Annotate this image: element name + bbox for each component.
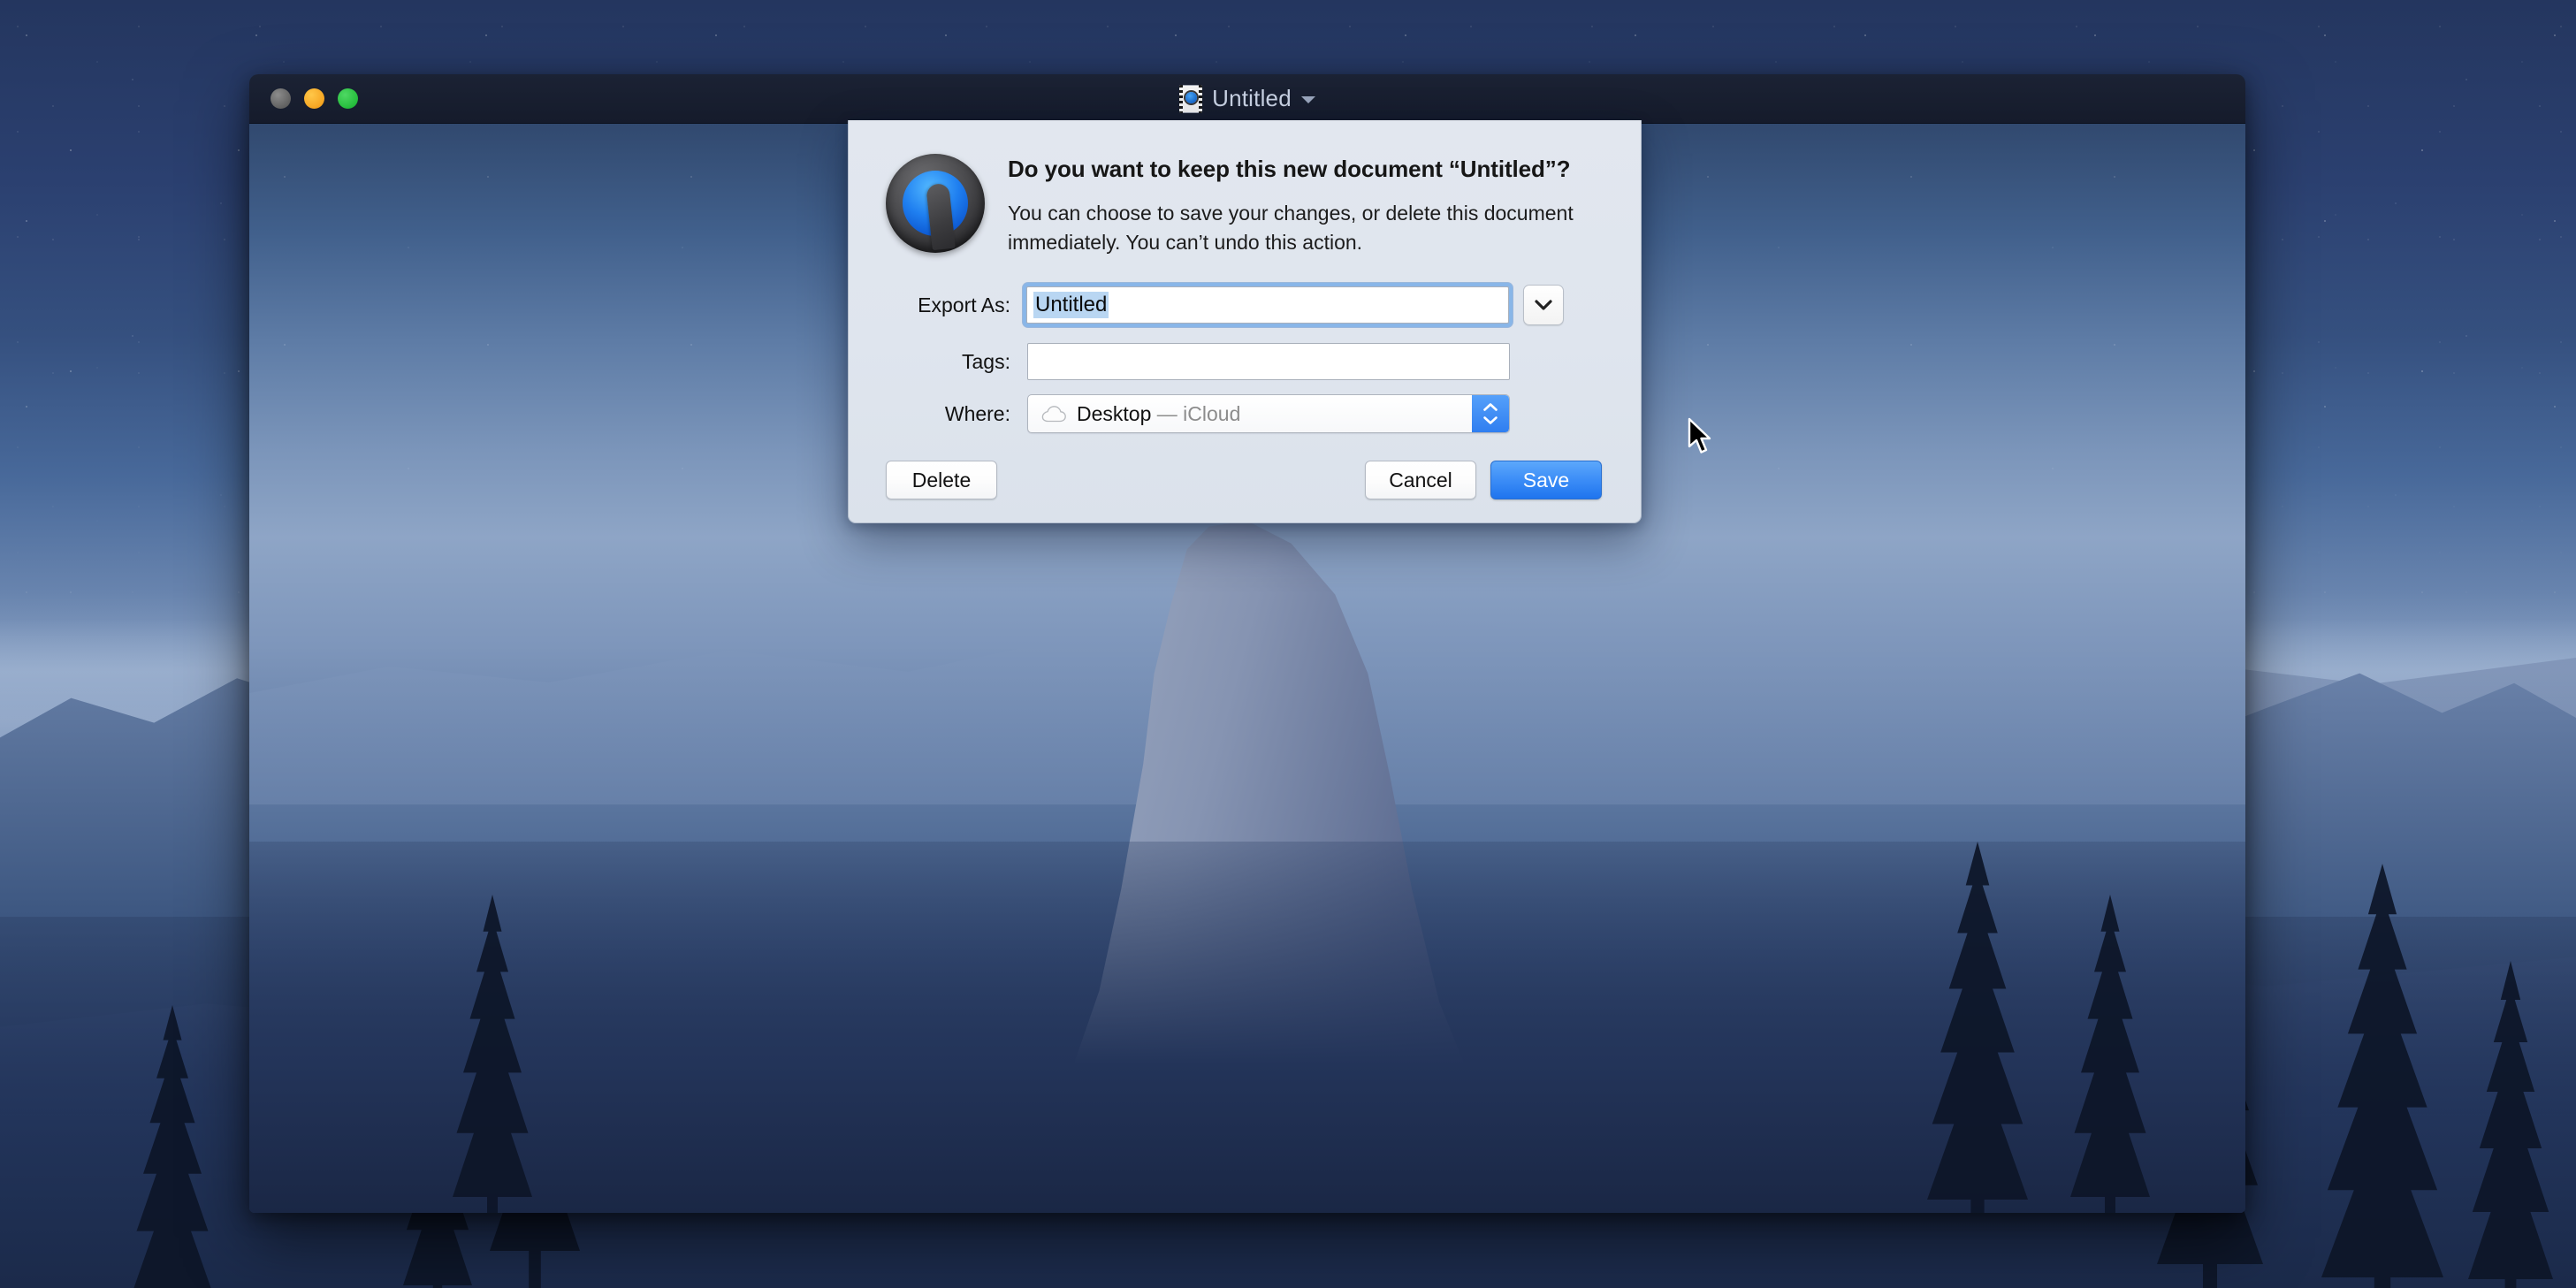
- maximize-button[interactable]: [338, 88, 358, 109]
- close-button[interactable]: [271, 88, 291, 109]
- expand-dialog-button[interactable]: [1523, 285, 1564, 326]
- export-as-focus-ring: Untitled: [1023, 283, 1513, 328]
- export-as-row: Export As: Untitled: [849, 283, 1641, 328]
- keep-document-dialog[interactable]: Do you want to keep this new document “U…: [848, 120, 1642, 523]
- where-value: Desktop — iCloud: [1077, 402, 1240, 426]
- quicktime-document-icon: [1179, 84, 1203, 113]
- quicktime-q-glyph: [1185, 91, 1198, 103]
- window-title-text: Untitled: [1212, 85, 1292, 111]
- export-as-value: Untitled: [1033, 292, 1109, 319]
- window-titlebar[interactable]: Untitled: [249, 74, 2245, 124]
- cancel-button[interactable]: Cancel: [1365, 461, 1476, 499]
- minimize-button[interactable]: [304, 88, 324, 109]
- save-button[interactable]: Save: [1490, 461, 1602, 499]
- dialog-header: Do you want to keep this new document “U…: [849, 120, 1641, 256]
- where-folder: Desktop: [1077, 401, 1152, 425]
- export-as-input[interactable]: Untitled: [1026, 286, 1509, 324]
- traffic-light-group: [271, 88, 358, 109]
- export-as-label: Export As:: [918, 293, 1010, 316]
- where-stepper-button[interactable]: [1472, 395, 1509, 433]
- where-label: Where:: [944, 401, 1010, 425]
- delete-button[interactable]: Delete: [886, 461, 997, 499]
- chevron-up-icon: [1483, 403, 1498, 412]
- chevron-down-icon: [1535, 300, 1552, 310]
- tags-row: Tags:: [849, 343, 1641, 381]
- where-service: — iCloud: [1156, 401, 1241, 425]
- dialog-message: You can choose to save your changes, or …: [1008, 202, 1574, 254]
- window-title-group: Untitled: [249, 84, 2245, 113]
- where-location-dropdown[interactable]: Desktop — iCloud: [1027, 394, 1510, 434]
- dialog-title: Do you want to keep this new document “U…: [1008, 156, 1571, 182]
- chevron-down-icon: [1483, 416, 1498, 425]
- tags-label: Tags:: [962, 349, 1010, 373]
- tags-input[interactable]: [1027, 343, 1510, 381]
- chevron-down-icon[interactable]: [1300, 96, 1315, 103]
- dialog-button-bar: Delete Cancel Save: [849, 461, 1641, 499]
- dialog-text-block: Do you want to keep this new document “U…: [1008, 150, 1605, 256]
- where-row: Where: Desktop — iCloud: [849, 394, 1641, 434]
- icloud-icon: [1041, 406, 1066, 423]
- quicktime-app-icon: [886, 154, 985, 253]
